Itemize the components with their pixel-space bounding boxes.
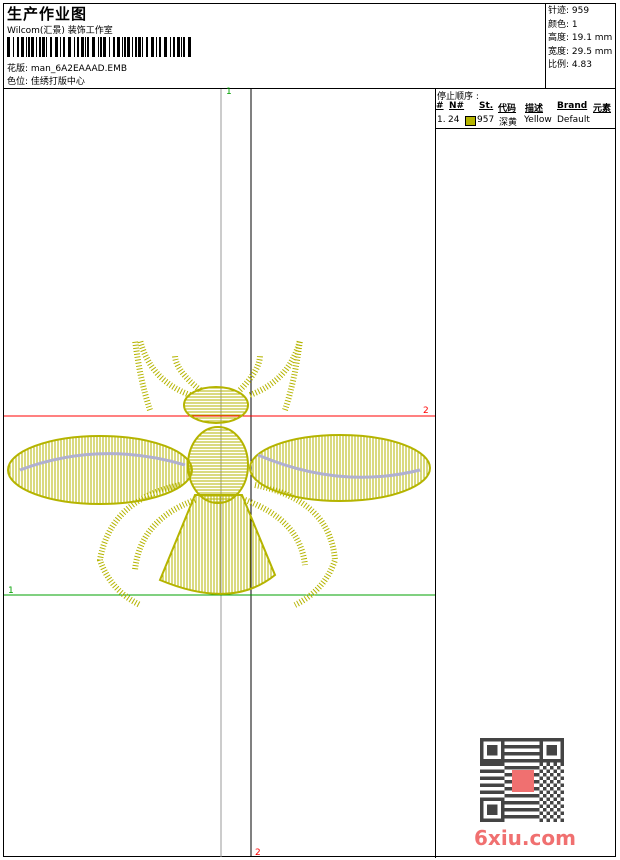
row-code: 957	[477, 115, 495, 125]
barcode-bar	[135, 37, 137, 57]
stitch-count: 针迹: 959	[548, 6, 590, 16]
barcode-bar	[124, 37, 126, 57]
barcode-bar	[50, 37, 52, 57]
col-header: 描述	[525, 104, 544, 114]
row-index: 1.	[437, 115, 446, 125]
barcode-bar	[156, 37, 157, 57]
barcode-bar	[127, 37, 130, 57]
col-header: St.	[479, 101, 494, 111]
color-position: 色位: 佳绣打版中心	[7, 77, 85, 87]
barcode	[7, 37, 191, 57]
barcode-bar	[170, 37, 171, 57]
barcode-bar	[122, 37, 123, 57]
col-header: 代码	[498, 104, 517, 114]
barcode-bar	[28, 37, 30, 57]
stats-panel: 针迹: 959 颜色: 1 高度: 19.1 mm 宽度: 29.5 mm 比例…	[548, 5, 612, 73]
barcode-bar	[109, 37, 110, 57]
barcode-bar	[151, 37, 154, 57]
barcode-bar	[87, 37, 89, 57]
barcode-bar	[92, 37, 95, 57]
guide-label: 2	[423, 406, 429, 416]
barcode-bar	[81, 37, 84, 57]
barcode-bar	[188, 37, 191, 57]
row-color-name: Yellow	[524, 115, 552, 125]
barcode-bar	[74, 37, 75, 57]
barcode-bar	[183, 37, 185, 57]
barcode-bar	[113, 37, 115, 57]
barcode-bar	[60, 37, 61, 57]
barcode-bar	[98, 37, 99, 57]
color-count: 颜色: 1	[548, 19, 578, 30]
barcode-bar	[146, 37, 148, 57]
barcode-bar	[68, 37, 71, 57]
abdomen	[158, 494, 277, 595]
barcode-bar	[181, 37, 182, 57]
design-file: 花版: man_6A2EAAAD.EMB	[7, 64, 128, 74]
page-title: 生产作业图	[7, 5, 88, 23]
row-description: 深黄	[499, 118, 518, 128]
barcode-bar	[13, 37, 14, 57]
barcode-bar	[142, 37, 143, 57]
divider	[435, 88, 436, 858]
barcode-bar	[55, 37, 58, 57]
col-header: N#	[449, 101, 465, 111]
barcode-bar	[117, 37, 120, 57]
barcode-bar	[31, 37, 34, 57]
stamp-logo	[512, 770, 534, 792]
design-height: 高度: 19.1 mm	[548, 33, 613, 43]
design-width: 宽度: 29.5 mm	[548, 46, 613, 57]
barcode-bar	[36, 37, 37, 57]
barcode-bar	[100, 37, 102, 57]
row-brand: Default	[557, 115, 590, 125]
barcode-bar	[63, 37, 65, 57]
barcode-bar	[77, 37, 79, 57]
watermark-logo: 6xiu.com	[474, 826, 576, 850]
col-header: 元素	[593, 104, 612, 114]
row-needle: 24	[448, 115, 460, 125]
head	[183, 386, 249, 424]
guide-label: 1	[8, 586, 14, 596]
thorax	[187, 426, 249, 504]
barcode-bar	[159, 37, 161, 57]
right-wing	[249, 434, 431, 502]
barcode-bar	[39, 37, 41, 57]
left-wing	[7, 435, 193, 505]
col-header: #	[436, 101, 444, 111]
barcode-bar	[103, 37, 106, 57]
barcode-bar	[7, 37, 10, 57]
qr-code	[480, 738, 564, 822]
color-swatch	[465, 116, 476, 126]
barcode-bar	[21, 37, 24, 57]
barcode-bar	[26, 37, 27, 57]
guide-label: 2	[255, 848, 261, 858]
barcode-bar	[138, 37, 141, 57]
barcode-bar	[17, 37, 19, 57]
embroidery-design-canvas	[4, 89, 435, 857]
barcode-bar	[177, 37, 180, 57]
barcode-bar	[173, 37, 175, 57]
barcode-bar	[42, 37, 45, 57]
studio-name: Wilcom(汇景) 装饰工作室	[7, 26, 113, 36]
guide-label: 1	[226, 87, 232, 97]
divider	[436, 128, 616, 129]
barcode-bar	[46, 37, 47, 57]
barcode-bar	[132, 37, 133, 57]
divider	[545, 3, 546, 88]
barcode-bar	[164, 37, 167, 57]
col-header: Brand	[557, 101, 588, 111]
bee-design	[7, 339, 431, 608]
barcode-bar	[85, 37, 86, 57]
design-scale: 比例: 4.83	[548, 60, 592, 70]
